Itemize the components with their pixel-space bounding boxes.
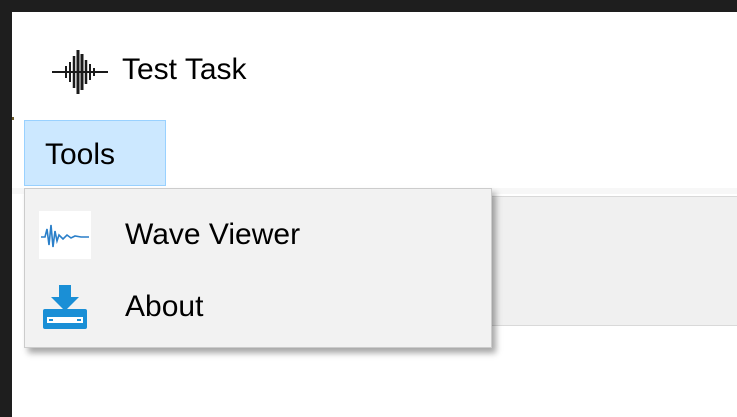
- window-title: Test Task: [122, 53, 247, 86]
- download-box-icon: [39, 283, 91, 331]
- wave-viewer-label: Wave Viewer: [125, 218, 301, 251]
- menu-item-wave-viewer[interactable]: Wave Viewer: [27, 201, 489, 269]
- content-panel: [482, 196, 737, 326]
- about-label: About: [125, 290, 204, 323]
- title-bar: Test Task: [12, 12, 737, 117]
- menu-tools[interactable]: Tools: [24, 120, 166, 186]
- wave-viewer-icon: [39, 211, 91, 259]
- menu-tools-label: Tools: [45, 138, 116, 171]
- app-window: Test Task Tools Wave Viewer About: [12, 12, 737, 417]
- tools-dropdown-menu: Wave Viewer About: [24, 188, 492, 348]
- menu-item-about[interactable]: About: [27, 273, 489, 341]
- waveform-icon: [52, 50, 108, 94]
- menu-bar: Tools: [12, 120, 737, 188]
